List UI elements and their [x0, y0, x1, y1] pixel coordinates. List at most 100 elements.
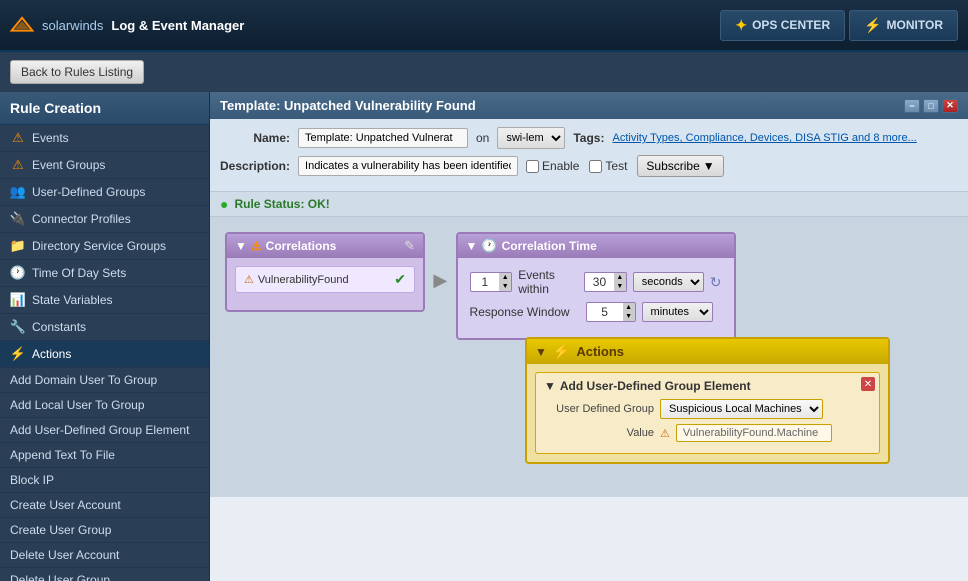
sidebar-item-time-of-day-sets[interactable]: 🕐 Time Of Day Sets [0, 260, 209, 287]
sidebar-action-create-user-group[interactable]: Create User Group [0, 518, 209, 543]
test-checkbox[interactable] [589, 160, 602, 173]
events-within-label: Events within [518, 268, 578, 296]
events-count-value: 30 [585, 273, 614, 291]
events-within-row: 1 ▲ ▼ Events within 30 ▲ [470, 268, 722, 296]
name-label: Name: [220, 131, 290, 145]
count-increment[interactable]: ▲ [614, 273, 626, 282]
action-close-button[interactable]: ✕ [861, 377, 875, 391]
sidebar-item-event-groups-label: Event Groups [32, 158, 105, 172]
collapse-icon[interactable]: ▼ [235, 239, 247, 253]
status-text: Rule Status: OK! [234, 197, 329, 211]
actions-panel: ▼ ⚡ Actions ▼ Add User-Defined Group Ele… [525, 337, 890, 464]
sidebar-action-create-user-account[interactable]: Create User Account [0, 493, 209, 518]
response-increment[interactable]: ▲ [623, 303, 635, 312]
actions-collapse-icon[interactable]: ▼ [535, 345, 547, 359]
sidebar-item-state-variables[interactable]: 📊 State Variables [0, 287, 209, 314]
monitor-button[interactable]: ⚡ MONITOR [849, 10, 958, 41]
response-spinner[interactable]: 5 ▲ ▼ [586, 302, 636, 322]
sidebar-item-constants[interactable]: 🔧 Constants [0, 314, 209, 341]
correlation-time-body: 1 ▲ ▼ Events within 30 ▲ [458, 258, 734, 338]
on-label: on [476, 131, 489, 145]
on-select[interactable]: swi-lem [497, 127, 565, 149]
actions-icon: ⚡ [10, 346, 26, 362]
actions-panel-box: ▼ ⚡ Actions ▼ Add User-Defined Group Ele… [525, 337, 890, 464]
correlation-time-panel-box: ▼ 🕐 Correlation Time 1 ▲ ▼ [456, 232, 736, 340]
sidebar-action-add-local[interactable]: Add Local User To Group [0, 393, 209, 418]
refresh-icon[interactable]: ↻ [710, 274, 722, 291]
correlations-panel-box: ▼ ⚠ Correlations ✎ ⚠ VulnerabilityFound … [225, 232, 425, 312]
template-header: Template: Unpatched Vulnerability Found … [210, 92, 968, 119]
main-layout: Rule Creation ⚠ Events ⚠ Event Groups 👥 … [0, 92, 968, 581]
action-item-title: Add User-Defined Group Element [560, 379, 751, 393]
name-input[interactable] [298, 128, 468, 148]
events-decrement[interactable]: ▼ [499, 282, 511, 291]
correlations-title: ▼ ⚠ Correlations [235, 239, 336, 253]
right-arrow-icon: ▶ [433, 270, 447, 290]
response-decrement[interactable]: ▼ [623, 312, 635, 321]
tags-value[interactable]: Activity Types, Compliance, Devices, DIS… [612, 132, 916, 144]
value-warning-icon: ⚠ [660, 427, 670, 440]
ops-center-icon: ✦ [735, 17, 747, 34]
sidebar-item-actions-label: Actions [32, 347, 71, 361]
time-unit-select[interactable]: seconds minutes hours [633, 272, 704, 292]
user-defined-group-row: User Defined Group Suspicious Local Mach… [544, 399, 871, 419]
corr-check-icon[interactable]: ✔ [394, 271, 406, 288]
correlation-time-panel: ▼ 🕐 Correlation Time 1 ▲ ▼ [456, 232, 736, 340]
actions-body: ▼ Add User-Defined Group Element ✕ User … [527, 364, 888, 462]
close-button[interactable]: ✕ [942, 99, 958, 113]
sidebar-item-user-defined-groups[interactable]: 👥 User-Defined Groups [0, 179, 209, 206]
events-increment[interactable]: ▲ [499, 273, 511, 282]
sidebar-item-actions[interactable]: ⚡ Actions [0, 341, 209, 368]
clock-icon: 🕐 [481, 238, 497, 254]
user-defined-group-label: User Defined Group [544, 403, 654, 415]
count-decrement[interactable]: ▼ [614, 282, 626, 291]
sidebar-item-directory-service-groups[interactable]: 📁 Directory Service Groups [0, 233, 209, 260]
time-of-day-icon: 🕐 [10, 265, 26, 281]
description-input[interactable] [298, 156, 518, 176]
test-label: Test [605, 159, 627, 173]
actions-title: Actions [576, 344, 624, 359]
warning-icon: ⚠ [251, 239, 262, 253]
template-title: Template: Unpatched Vulnerability Found [220, 98, 476, 113]
events-spinner[interactable]: 1 ▲ ▼ [470, 272, 513, 292]
description-label: Description: [220, 159, 290, 173]
events-spinner-buttons[interactable]: ▲ ▼ [499, 273, 511, 291]
status-ok-icon: ● [220, 196, 228, 212]
sidebar-action-block-ip[interactable]: Block IP [0, 468, 209, 493]
ops-center-button[interactable]: ✦ OPS CENTER [720, 10, 845, 41]
subscribe-button[interactable]: Subscribe ▼ [637, 155, 723, 177]
enable-checkbox[interactable] [526, 160, 539, 173]
sidebar-action-delete-user-account[interactable]: Delete User Account [0, 543, 209, 568]
collapse-icon2[interactable]: ▼ [466, 239, 478, 253]
directory-service-icon: 📁 [10, 238, 26, 254]
header: solarwinds Log & Event Manager ✦ OPS CEN… [0, 0, 968, 52]
connector-profiles-icon: 🔌 [10, 211, 26, 227]
value-input[interactable] [676, 424, 832, 442]
sidebar-action-add-user-defined[interactable]: Add User-Defined Group Element [0, 418, 209, 443]
sidebar-item-events[interactable]: ⚠ Events [0, 125, 209, 152]
subscribe-label: Subscribe [646, 159, 699, 173]
events-icon: ⚠ [10, 130, 26, 146]
user-defined-groups-icon: 👥 [10, 184, 26, 200]
user-defined-group-select[interactable]: Suspicious Local Machines [660, 399, 823, 419]
action-collapse-icon[interactable]: ▼ [544, 379, 556, 393]
count-spinner-buttons[interactable]: ▲ ▼ [614, 273, 626, 291]
back-to-rules-button[interactable]: Back to Rules Listing [10, 60, 144, 84]
response-unit-select[interactable]: minutes seconds hours [642, 302, 713, 322]
sidebar-title: Rule Creation [0, 92, 209, 125]
sidebar-item-connector-profiles[interactable]: 🔌 Connector Profiles [0, 206, 209, 233]
enable-test-row: Enable Test Subscribe ▼ [526, 155, 724, 177]
correlations-edit-icon[interactable]: ✎ [404, 238, 415, 254]
response-spinner-buttons[interactable]: ▲ ▼ [623, 303, 635, 321]
sidebar-item-event-groups[interactable]: ⚠ Event Groups [0, 152, 209, 179]
maximize-button[interactable]: □ [923, 99, 939, 113]
minimize-button[interactable]: − [904, 99, 920, 113]
content-area: Template: Unpatched Vulnerability Found … [210, 92, 968, 581]
sidebar-action-append-text[interactable]: Append Text To File [0, 443, 209, 468]
sidebar-action-delete-user-group[interactable]: Delete User Group [0, 568, 209, 581]
state-variables-icon: 📊 [10, 292, 26, 308]
correlation-time-title: ▼ 🕐 Correlation Time [466, 238, 597, 254]
sidebar-action-add-domain[interactable]: Add Domain User To Group [0, 368, 209, 393]
events-count-spinner[interactable]: 30 ▲ ▼ [584, 272, 627, 292]
enable-label: Enable [542, 159, 579, 173]
